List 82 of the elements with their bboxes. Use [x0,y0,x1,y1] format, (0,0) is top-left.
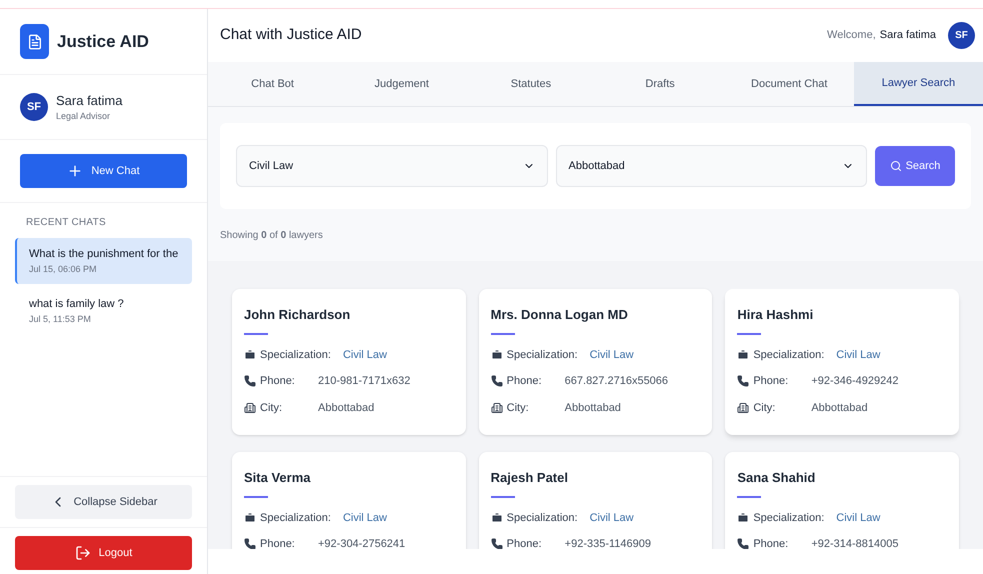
field-label: Specialization: [506,510,578,526]
nav-tab[interactable]: Judgement [337,62,466,106]
field-value: Civil Law [836,348,880,362]
search-button[interactable]: Search [875,146,955,186]
field-label: Phone: [260,374,295,389]
field-value: Abbottabad [564,400,621,416]
field-value: +92-346-4929242 [811,374,898,389]
welcome-text: Welcome, [827,28,876,44]
search-icon [890,160,902,172]
phone-icon [244,538,256,549]
phone-icon [490,375,503,388]
phone-icon [737,538,750,549]
name-underline [244,496,268,498]
field-label: Phone: [506,374,542,389]
nav-tab[interactable]: Document Chat [724,62,854,106]
field-label: Phone: [260,537,295,549]
field-value: Civil Law [590,348,634,362]
lawyer-name: Mrs. Donna Logan MD [490,306,629,324]
buildings-icon [737,402,750,414]
chat-time: Jul 15, 06:06 PM [29,262,98,276]
field-label: Specialization: [506,348,578,362]
field-value: +92-314-8814005 [811,537,898,549]
field-value: +92-304-2756241 [318,537,406,549]
name-underline [737,332,762,334]
chat-title: what is family law ? [29,297,125,312]
recent-chat-item[interactable]: what is family law ? Jul 5, 11:53 PM [15,288,192,334]
app-name: Justice AID [57,30,149,53]
field-label: Specialization: [260,348,331,362]
document-icon [26,34,42,50]
field-value: Civil Law [342,510,387,526]
chat-title: What is the punishment for the [29,247,180,262]
user-name: Sara fatima [56,92,122,110]
phone-icon [244,375,256,388]
buildings-icon [244,402,256,414]
user-avatar: SF [20,93,48,121]
field-value: Civil Law [836,510,880,526]
field-value: Civil Law [590,510,634,526]
field-value: 667.827.2716x55066 [564,374,668,389]
nav-tab[interactable]: Lawyer Search [854,62,983,106]
lawyer-name: Sita Verma [244,469,312,487]
field-label: Specialization: [753,348,824,362]
chat-time: Jul 5, 11:53 PM [29,312,92,326]
field-label: City: [506,400,529,416]
name-underline [490,496,515,498]
logout-icon [74,545,91,561]
field-value: 210-981-7171x632 [318,374,410,389]
lawyer-name: John Richardson [244,306,352,324]
collapse-sidebar-button[interactable]: Collapse Sidebar [15,485,192,519]
phone-icon [490,538,503,549]
welcome-user-name: Sara fatima [880,28,936,44]
nav-tab[interactable]: Chat Bot [208,62,338,106]
field-label: Specialization: [753,510,824,526]
nav-tab[interactable]: Drafts [596,62,725,106]
lawyer-name: Rajesh Patel [490,469,569,487]
field-value: Abbottabad [811,400,868,416]
phone-icon [737,375,750,388]
lawyer-name: Hira Hashmi [737,306,814,324]
logout-button[interactable]: Logout [15,536,192,570]
recent-chat-item[interactable]: What is the punishment for the Jul 15, 06:06 PM [15,238,192,284]
user-role: Legal Advisor [56,110,112,123]
field-label: Specialization: [260,510,331,526]
name-underline [490,332,515,334]
specialization-select[interactable]: Civil Law [236,145,548,187]
recent-chats-heading: RECENT CHATS [25,216,107,230]
field-value: Civil Law [342,348,387,362]
nav-tab[interactable]: Statutes [466,62,596,106]
result-summary: Showing 0 of 0 lawyers [220,228,323,242]
field-label: Phone: [506,537,542,549]
field-label: City: [260,400,282,416]
field-value: Abbottabad [318,400,374,416]
page-title: Chat with Justice AID [220,25,362,46]
name-underline [244,332,268,334]
lawyer-name: Sana Shahid [737,469,816,487]
city-select[interactable]: Abbottabad [556,145,867,187]
field-label: City: [753,400,776,416]
field-label: Phone: [753,374,788,389]
name-underline [737,496,762,498]
field-label: Phone: [753,537,788,549]
new-chat-button[interactable]: New Chat [20,154,187,188]
field-value: +92-335-1146909 [564,537,652,549]
buildings-icon [490,402,503,414]
user-avatar: SF [948,22,975,49]
